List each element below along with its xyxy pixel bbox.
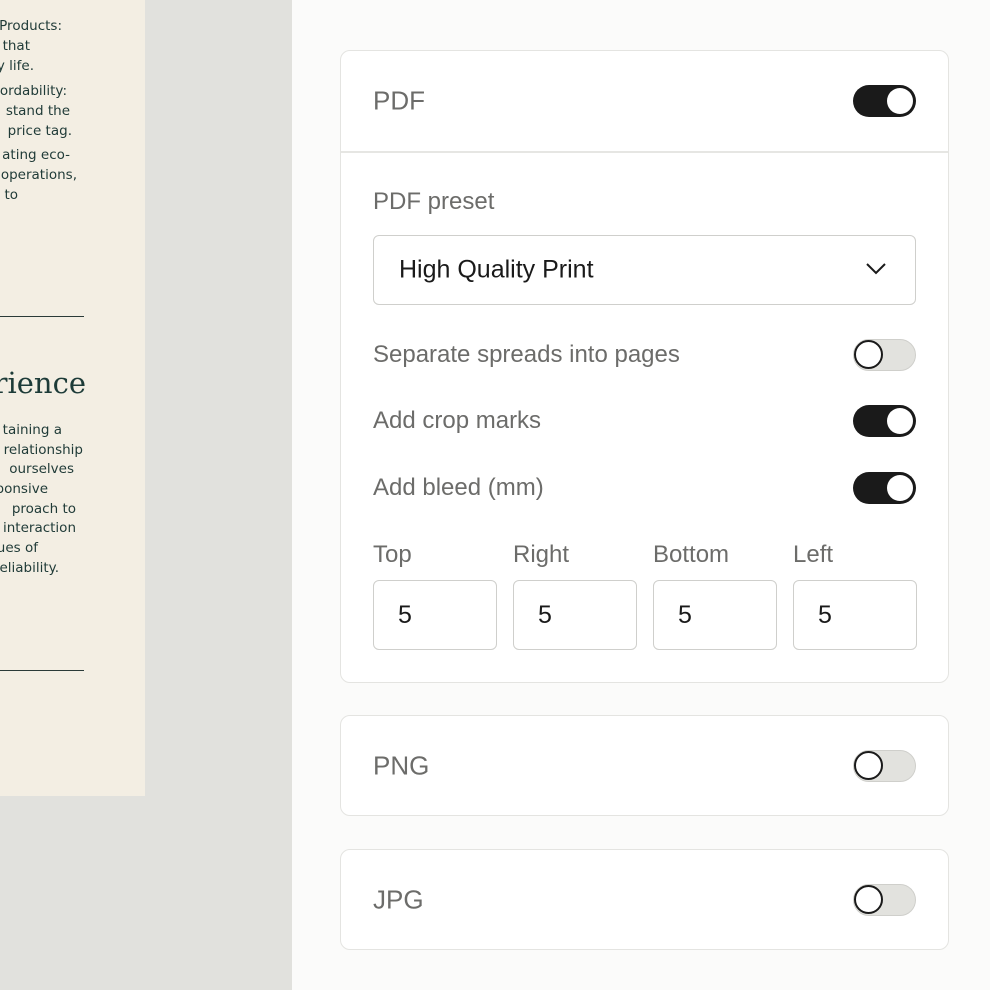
toggle-knob bbox=[887, 475, 913, 501]
doc-text-line: ponsive bbox=[0, 481, 48, 497]
crop-marks-label: Add crop marks bbox=[373, 407, 542, 434]
doc-text-line: taining a bbox=[2, 422, 62, 438]
bleed-bottom-input[interactable] bbox=[653, 580, 777, 650]
pdf-label: PDF bbox=[373, 85, 425, 116]
png-label: PNG bbox=[373, 750, 430, 781]
doc-text-line: that bbox=[2, 38, 30, 54]
doc-text-line: stand the bbox=[5, 103, 70, 119]
bleed-left-label: Left bbox=[793, 541, 834, 568]
doc-text-line: ourselves bbox=[9, 461, 74, 477]
doc-heading: erience bbox=[0, 366, 86, 400]
toggle-knob bbox=[887, 88, 913, 114]
pdf-preset-value: High Quality Print bbox=[399, 255, 594, 284]
doc-text-line: operations, bbox=[0, 167, 77, 183]
doc-divider bbox=[0, 670, 84, 671]
toggle-knob bbox=[887, 408, 913, 434]
doc-text-line: relationship bbox=[3, 442, 83, 458]
bleed-right-label: Right bbox=[513, 541, 570, 568]
doc-text-line: price tag. bbox=[7, 123, 72, 139]
doc-text-line: Products: bbox=[0, 18, 62, 34]
bleed-right-input[interactable] bbox=[513, 580, 637, 650]
bleed-top-label: Top bbox=[373, 541, 412, 568]
jpg-toggle[interactable] bbox=[853, 884, 916, 916]
pdf-preset-label: PDF preset bbox=[373, 188, 495, 215]
doc-text-line: ating eco- bbox=[2, 147, 70, 163]
toggle-knob bbox=[854, 751, 883, 780]
png-card-header: PNG bbox=[341, 716, 948, 816]
doc-text-line: eliability. bbox=[0, 560, 59, 576]
bleed-toggle[interactable] bbox=[853, 472, 916, 504]
bleed-top-input[interactable] bbox=[373, 580, 497, 650]
doc-text-line: ues of bbox=[0, 540, 38, 556]
pdf-card-divider bbox=[341, 151, 948, 153]
export-settings-panel: PDF PDF preset High Quality Print Separa… bbox=[292, 0, 990, 990]
doc-text-line: interaction bbox=[2, 520, 76, 536]
separate-spreads-toggle[interactable] bbox=[853, 339, 916, 371]
toggle-knob bbox=[854, 340, 883, 369]
bleed-label: Add bleed (mm) bbox=[373, 474, 544, 501]
chevron-down-icon bbox=[866, 263, 886, 275]
doc-divider bbox=[0, 316, 84, 317]
png-toggle[interactable] bbox=[853, 750, 916, 782]
bleed-left-input[interactable] bbox=[793, 580, 917, 650]
document-preview: Products: that y life. ordability: stand… bbox=[0, 0, 145, 796]
pdf-preset-select[interactable]: High Quality Print bbox=[373, 235, 916, 305]
doc-text-line: ordability: bbox=[0, 83, 67, 99]
toggle-knob bbox=[854, 885, 883, 914]
jpg-card: JPG bbox=[340, 849, 949, 950]
doc-text-line: to bbox=[4, 187, 18, 203]
png-card: PNG bbox=[340, 715, 949, 816]
bleed-bottom-label: Bottom bbox=[653, 541, 730, 568]
pdf-card-header: PDF bbox=[341, 51, 948, 151]
pdf-card: PDF PDF preset High Quality Print Separa… bbox=[340, 50, 949, 683]
crop-marks-toggle[interactable] bbox=[853, 405, 916, 437]
doc-text-line: y life. bbox=[0, 58, 34, 74]
jpg-label: JPG bbox=[373, 884, 424, 915]
pdf-toggle[interactable] bbox=[853, 85, 916, 117]
doc-text-line: proach to bbox=[11, 501, 76, 517]
separate-spreads-label: Separate spreads into pages bbox=[373, 341, 680, 368]
jpg-card-header: JPG bbox=[341, 850, 948, 950]
